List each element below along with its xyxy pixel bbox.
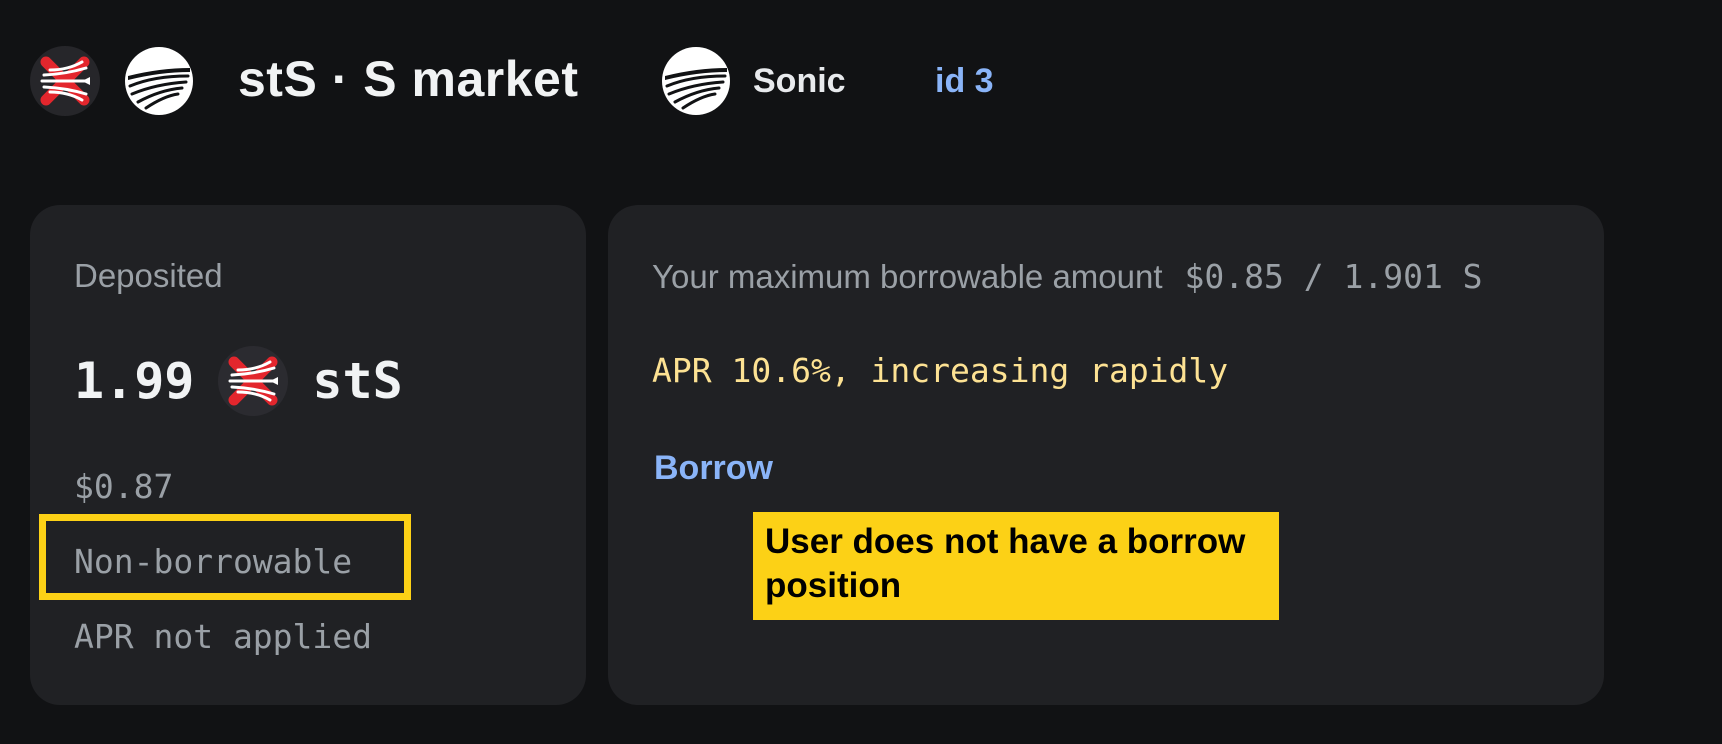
market-title: stS · S market: [238, 51, 579, 107]
deposit-card: Deposited 1.99 stS $0.87 Non-borrowable …: [30, 205, 586, 705]
deposit-amount-value: 1.99: [74, 352, 195, 410]
apr-warning: APR 10.6%, increasing rapidly: [652, 351, 1229, 390]
sonic-token-icon: [124, 46, 194, 116]
max-borrowable-label: Your maximum borrowable amount: [652, 258, 1163, 295]
deposit-usd-value: $0.87: [74, 467, 174, 506]
annotation-note: User does not have a borrow position: [753, 512, 1279, 620]
market-id-link[interactable]: id 3: [935, 62, 994, 101]
deposited-label: Deposited: [74, 257, 223, 294]
sts-token-icon: [218, 346, 289, 416]
network-name[interactable]: Sonic: [753, 62, 846, 101]
borrow-status: Non-borrowable: [74, 542, 353, 581]
borrow-card: Your maximum borrowable amount $0.85 / 1…: [608, 205, 1604, 705]
borrow-link[interactable]: Borrow: [654, 449, 773, 488]
sonic-network-icon: [661, 46, 731, 116]
market-header: stS · S market Sonic id 3: [0, 0, 1722, 160]
sts-token-icon: [30, 46, 100, 116]
deposit-token-symbol: stS: [312, 352, 403, 410]
deposit-amount: 1.99 stS: [74, 345, 403, 417]
max-borrowable-row: Your maximum borrowable amount $0.85 / 1…: [652, 257, 1483, 296]
apr-status: APR not applied: [74, 617, 373, 656]
max-borrowable-value: $0.85 / 1.901 S: [1184, 257, 1483, 296]
